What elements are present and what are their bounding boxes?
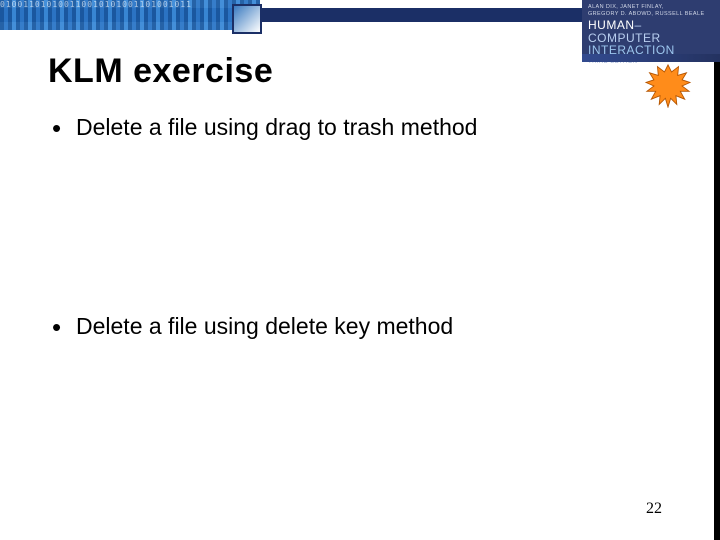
bullet-item: Delete a file using delete key method [48,312,672,341]
slide-body: KLM exercise Delete a file using drag to… [48,52,672,500]
slide-title: KLM exercise [48,52,672,91]
book-authors: ALAN DIX, JANET FINLAY, GREGORY D. ABOWD… [588,4,714,17]
header-binary-decor: 010011010100110010101001101001011 [0,0,260,30]
book-authors-line1: ALAN DIX, JANET FINLAY, [588,4,664,10]
bullet-item: Delete a file using drag to trash method [48,113,672,142]
book-authors-line2: GREGORY D. ABOWD, RUSSELL BEALE [588,11,705,17]
header-accent-square [232,4,262,34]
bullet-list: Delete a file using drag to trash method… [48,113,672,341]
page-number: 22 [646,500,662,518]
right-edge-shadow [714,62,720,540]
